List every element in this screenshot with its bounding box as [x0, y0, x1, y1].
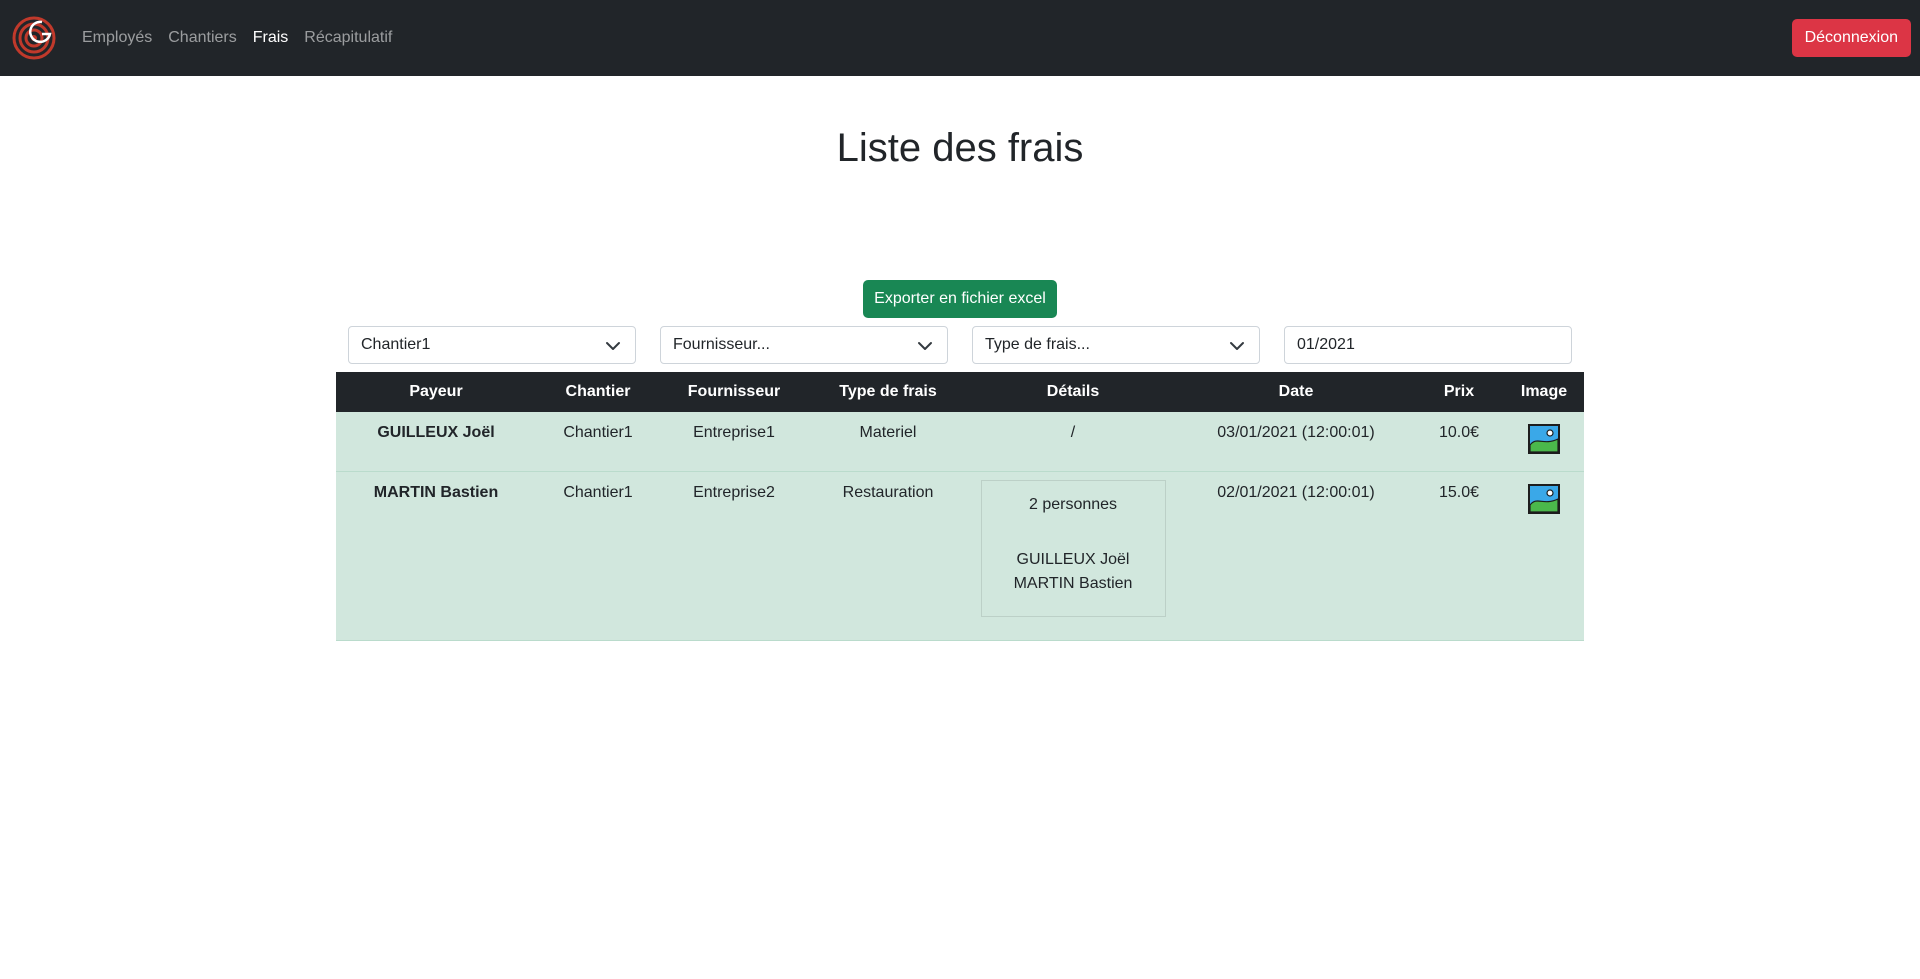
cell-date: 02/01/2021 (12:00:01)	[1217, 484, 1375, 501]
nav-links: Employés Chantiers Frais Récapitulatif	[82, 0, 408, 76]
chevron-down-icon	[606, 342, 620, 350]
chantier-select-value: Chantier1	[361, 336, 431, 353]
fournisseur-select[interactable]: Fournisseur...	[660, 326, 948, 364]
header-type-frais: Type de frais	[839, 383, 937, 400]
navbar: Employés Chantiers Frais Récapitulatif D…	[0, 0, 1920, 76]
cell-fournisseur: Entreprise1	[693, 424, 775, 441]
details-person: GUILLEUX Joël	[1016, 551, 1130, 568]
table-header-row: Payeur Chantier Fournisseur Type de frai…	[336, 372, 1584, 412]
app-logo[interactable]	[12, 16, 56, 60]
nav-link-chantiers[interactable]: Chantiers	[168, 29, 236, 47]
logout-button[interactable]: Déconnexion	[1791, 19, 1911, 57]
cell-details: /	[1070, 424, 1076, 441]
image-icon[interactable]	[1528, 424, 1560, 454]
header-details: Détails	[1046, 383, 1100, 400]
details-person: MARTIN Bastien	[1013, 575, 1133, 592]
cell-chantier: Chantier1	[563, 484, 633, 501]
page-title: Liste des frais	[836, 126, 1084, 170]
cell-prix: 15.0€	[1438, 484, 1480, 501]
table-row: GUILLEUX Joël Chantier1 Entreprise1 Mate…	[336, 412, 1584, 472]
month-input[interactable]: 01/2021	[1284, 326, 1572, 364]
cell-date: 03/01/2021 (12:00:01)	[1217, 424, 1375, 441]
type-frais-select[interactable]: Type de frais...	[972, 326, 1260, 364]
frais-table: Payeur Chantier Fournisseur Type de frai…	[336, 372, 1584, 641]
header-payeur: Payeur	[409, 383, 463, 400]
chevron-down-icon	[918, 342, 932, 350]
table-row: MARTIN Bastien Chantier1 Entreprise2 Res…	[336, 471, 1584, 641]
cell-payeur: MARTIN Bastien	[373, 484, 499, 501]
chevron-down-icon	[1230, 342, 1244, 350]
cell-payeur: GUILLEUX Joël	[377, 424, 495, 441]
fournisseur-select-value: Fournisseur...	[673, 336, 770, 353]
cell-details: 2 personnes GUILLEUX Joël MARTIN Bastien	[968, 472, 1178, 641]
chantier-select[interactable]: Chantier1	[348, 326, 636, 364]
month-input-value: 01/2021	[1297, 336, 1355, 353]
cell-prix: 10.0€	[1438, 424, 1480, 441]
export-excel-button[interactable]: Exporter en fichier excel	[863, 280, 1057, 318]
cell-image	[1504, 412, 1584, 472]
header-date: Date	[1278, 383, 1314, 400]
cell-type-frais: Materiel	[859, 424, 917, 441]
nav-link-employes[interactable]: Employés	[82, 29, 152, 47]
type-frais-select-value: Type de frais...	[985, 336, 1090, 353]
cell-type-frais: Restauration	[842, 484, 934, 501]
cell-chantier: Chantier1	[563, 424, 633, 441]
details-box: 2 personnes GUILLEUX Joël MARTIN Bastien	[980, 480, 1166, 617]
header-prix: Prix	[1443, 383, 1475, 400]
header-chantier: Chantier	[565, 383, 631, 400]
nav-link-recapitulatif[interactable]: Récapitulatif	[304, 29, 392, 47]
header-fournisseur: Fournisseur	[687, 383, 781, 400]
details-count: 2 personnes	[1028, 496, 1118, 513]
image-icon[interactable]	[1528, 484, 1560, 514]
nav-link-frais[interactable]: Frais	[253, 29, 289, 47]
cell-image	[1504, 472, 1584, 641]
cell-fournisseur: Entreprise2	[693, 484, 775, 501]
header-image: Image	[1520, 383, 1568, 400]
